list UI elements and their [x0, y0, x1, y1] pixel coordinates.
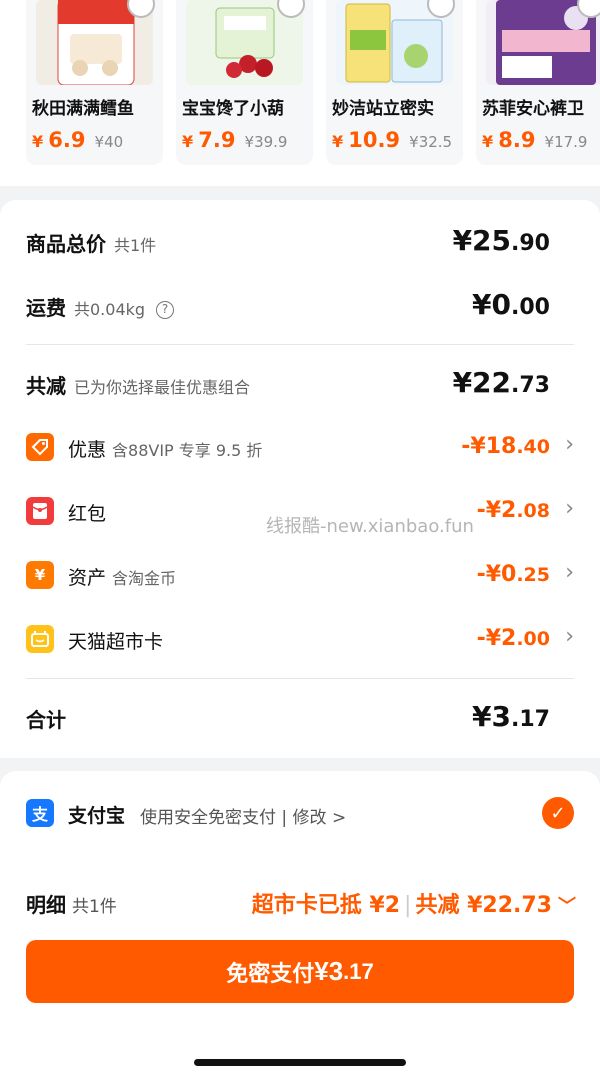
- supermarket-card-icon: [26, 625, 54, 653]
- discount-sub: 含88VIP 专享 9.5 折: [112, 441, 263, 460]
- yen-asset-icon: ¥: [26, 561, 54, 589]
- pay-button-label: 免密支付: [226, 960, 315, 986]
- total-amount: ¥25.90: [452, 224, 550, 257]
- reduce-hint: 已为你选择最佳优惠组合: [74, 378, 251, 397]
- shipping-amount: ¥0.00: [472, 288, 550, 321]
- discount-amount: -¥18.40: [461, 434, 550, 459]
- discount-amount: -¥0.25: [476, 562, 550, 587]
- order-summary: 商品总价 共1件 ¥25.90 运费 共0.04kg ? ¥0.00 共减 已为你选择…: [0, 200, 600, 758]
- chevron-down-icon: ﹀: [558, 896, 576, 917]
- discount-row-tmall-card[interactable]: 天猫超市卡 -¥2.00 ›: [26, 622, 576, 658]
- discount-row-asset[interactable]: ¥ 资产 含淘金币 -¥0.25 ›: [26, 558, 576, 594]
- grand-total-amount: ¥3.17: [472, 700, 550, 733]
- home-indicator: [194, 1059, 406, 1066]
- product-price: ¥ 8.9 ¥17.9: [482, 128, 588, 152]
- discount-label: 资产: [68, 567, 107, 589]
- product-price: ¥ 10.9 ¥32.5: [332, 128, 453, 152]
- watermark: 线报酷-new.xianbao.fun: [266, 516, 474, 537]
- product-card[interactable]: 苏菲安心裤卫 ¥ 8.9 ¥17.9: [476, 0, 600, 165]
- coupon-tag-icon: [26, 433, 54, 461]
- recommended-products: 秋田满满鳕鱼 ¥ 6.9 ¥40 宝宝馋了小葫 ¥ 7.9 ¥39.9 妙洁站立…: [0, 0, 600, 186]
- grand-total-row: 合计 ¥3.17: [26, 698, 576, 738]
- reduce-amount: ¥22.73: [452, 366, 550, 399]
- red-packet-icon: [26, 497, 54, 525]
- discount-amount: -¥2.08: [476, 498, 550, 523]
- discount-amount: -¥2.00: [476, 626, 550, 651]
- discount-label: 天猫超市卡: [68, 631, 164, 653]
- shipping-label: 运费: [26, 296, 66, 320]
- divider: [26, 344, 574, 345]
- total-count: 共1件: [114, 236, 157, 255]
- detail-label: 明细: [26, 893, 66, 917]
- grand-total-label: 合计: [26, 708, 66, 732]
- payment-method: 支付宝: [68, 805, 126, 827]
- product-card[interactable]: 妙洁站立密实 ¥ 10.9 ¥32.5: [326, 0, 463, 165]
- product-name: 宝宝馋了小葫: [182, 99, 284, 119]
- discount-row-coupon[interactable]: 优惠 含88VIP 专享 9.5 折 -¥18.40 ›: [26, 430, 576, 466]
- payment-change-link[interactable]: 使用安全免密支付 | 修改 >: [140, 803, 346, 828]
- detail-row[interactable]: 明细 共1件 超市卡已抵 ¥2 | 共减 ¥22.73 ﹀: [26, 887, 576, 923]
- card-deduct-text: 超市卡已抵 ¥2: [251, 893, 401, 918]
- question-circle-icon[interactable]: ?: [156, 300, 175, 319]
- alipay-icon: 支: [26, 799, 54, 827]
- divider: [26, 678, 574, 679]
- shipping-row: 运费 共0.04kg ? ¥0.00: [26, 286, 576, 326]
- discount-label: 红包: [68, 503, 107, 525]
- product-card[interactable]: 秋田满满鳕鱼 ¥ 6.9 ¥40: [26, 0, 163, 165]
- reduce-row: 共减 已为你选择最佳优惠组合 ¥22.73: [26, 364, 576, 404]
- chevron-right-icon: ›: [565, 496, 574, 521]
- product-name: 秋田满满鳕鱼: [32, 99, 134, 119]
- reduce-label: 共减: [26, 374, 66, 398]
- shipping-weight: 共0.04kg: [74, 300, 146, 319]
- product-name: 妙洁站立密实: [332, 99, 434, 119]
- product-price: ¥ 6.9 ¥40: [32, 128, 124, 152]
- total-label: 商品总价: [26, 232, 106, 256]
- payment-section: 支 支付宝 使用安全免密支付 | 修改 > ✓ 明细 共1件 超市卡已抵 ¥2 | 共…: [0, 771, 600, 1080]
- chevron-right-icon: ›: [565, 624, 574, 649]
- chevron-right-icon: ›: [565, 560, 574, 585]
- total-price-row: 商品总价 共1件 ¥25.90: [26, 222, 576, 262]
- detail-count: 共1件: [72, 897, 117, 917]
- checkmark-icon[interactable]: ✓: [542, 797, 574, 829]
- chevron-right-icon: ›: [565, 432, 574, 457]
- discount-label: 优惠: [68, 439, 107, 461]
- total-reduce-text: 共减 ¥22.73: [415, 893, 552, 918]
- product-price: ¥ 7.9 ¥39.9: [182, 128, 288, 152]
- product-name: 苏菲安心裤卫: [482, 99, 584, 119]
- product-card[interactable]: 宝宝馋了小葫 ¥ 7.9 ¥39.9: [176, 0, 313, 165]
- discount-sub: 含淘金币: [112, 569, 177, 588]
- pay-button[interactable]: 免密支付 ¥3.17: [26, 940, 574, 1003]
